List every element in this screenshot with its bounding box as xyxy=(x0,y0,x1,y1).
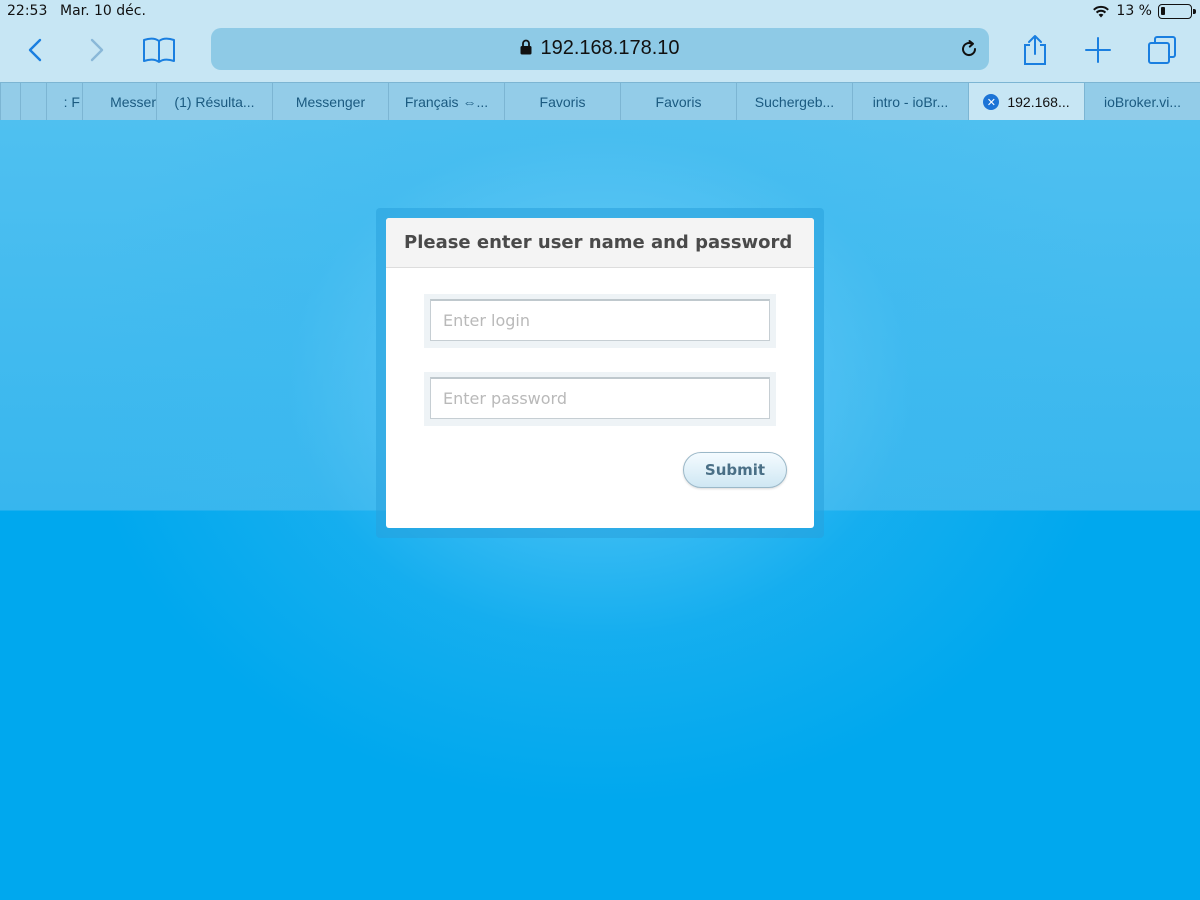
tab-item[interactable] xyxy=(20,83,46,121)
page-content: Please enter user name and password Subm… xyxy=(0,120,1200,900)
submit-button[interactable]: Submit xyxy=(683,452,787,488)
forward-button[interactable] xyxy=(77,30,117,70)
tab-close-icon[interactable]: ✕ xyxy=(983,94,1000,110)
wifi-icon xyxy=(1093,5,1110,17)
battery-icon xyxy=(1158,3,1196,19)
tab-strip: : F Messer (1) Résulta... Messenger Fran… xyxy=(0,82,1200,121)
tab-item[interactable]: Suchergeb... xyxy=(736,83,852,121)
bookmarks-button[interactable] xyxy=(139,30,179,70)
tab-item[interactable]: Messenger xyxy=(272,83,388,121)
tab-item[interactable]: Français ⇔... xyxy=(388,83,504,121)
password-field-wrapper xyxy=(424,372,776,426)
login-header: Please enter user name and password xyxy=(386,218,814,268)
forward-arrow-icon xyxy=(90,38,104,62)
share-icon xyxy=(1024,35,1046,65)
url-text: 192.168.178.10 xyxy=(540,37,680,59)
tab-item[interactable]: intro - ioBr... xyxy=(852,83,968,121)
plus-icon xyxy=(1085,37,1111,63)
status-time: 22:53 xyxy=(7,3,48,19)
battery-percent: 13 % xyxy=(1116,3,1152,19)
login-frame: Please enter user name and password Subm… xyxy=(376,208,824,538)
new-tab-button[interactable] xyxy=(1078,30,1118,70)
status-indicators: 13 % xyxy=(1092,3,1196,19)
share-button[interactable] xyxy=(1015,30,1055,70)
tabs-overview-button[interactable] xyxy=(1142,30,1182,70)
login-field-wrapper xyxy=(424,294,776,348)
login-title: Please enter user name and password xyxy=(404,232,793,253)
status-bar: 22:53 Mar. 10 déc. 13 % xyxy=(0,0,1200,22)
tab-item[interactable]: ioBroker.vi... xyxy=(1084,83,1200,121)
url-display[interactable]: 192.168.178.10 xyxy=(211,37,989,60)
tabs-icon xyxy=(1148,36,1176,64)
tab-item[interactable] xyxy=(0,83,20,121)
tab-item[interactable]: Favoris xyxy=(504,83,620,121)
status-date: Mar. 10 déc. xyxy=(60,3,146,19)
login-dialog: Please enter user name and password Subm… xyxy=(386,218,814,528)
lock-icon xyxy=(520,39,532,55)
address-bar[interactable]: 192.168.178.10 xyxy=(211,28,989,70)
browser-chrome: 22:53 Mar. 10 déc. 13 % 192.168.178.10:… xyxy=(0,0,1200,121)
tab-item[interactable]: : F xyxy=(46,83,82,121)
back-button[interactable] xyxy=(15,30,55,70)
tab-item[interactable]: Favoris xyxy=(620,83,736,121)
tab-label: 192.168... xyxy=(1007,94,1070,110)
reload-icon xyxy=(962,40,977,57)
tab-item[interactable]: Messer xyxy=(82,83,156,121)
reload-button[interactable] xyxy=(957,37,981,61)
login-input[interactable] xyxy=(430,299,770,341)
tab-item[interactable]: (1) Résulta... xyxy=(156,83,272,121)
tab-item-active[interactable]: ✕ 192.168... xyxy=(968,83,1084,121)
book-icon xyxy=(143,37,175,63)
password-input[interactable] xyxy=(430,377,770,419)
back-arrow-icon xyxy=(28,38,42,62)
